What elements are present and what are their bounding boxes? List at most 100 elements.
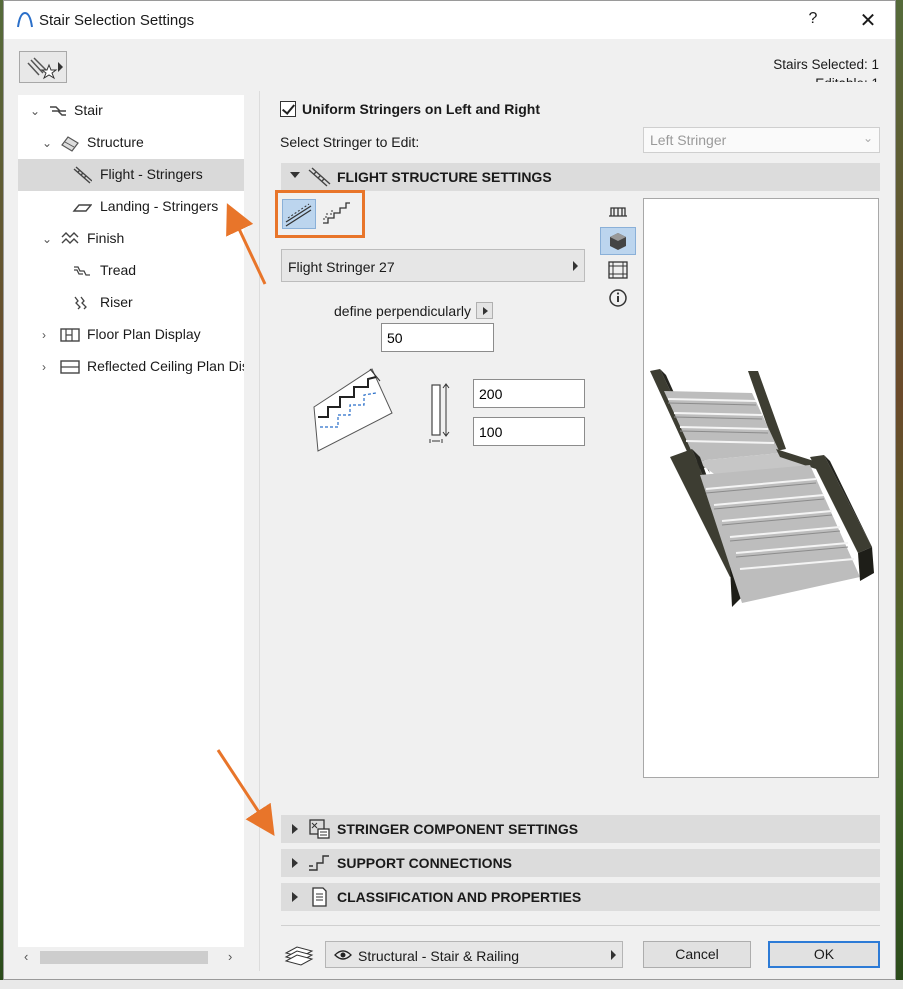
collapse-arrow-icon	[290, 172, 300, 178]
selection-info: Stairs Selected: 1 Editable: 1	[773, 55, 879, 82]
tree-item-structure[interactable]: ⌄ Structure	[18, 127, 244, 159]
offset-input[interactable]	[381, 323, 494, 352]
uniform-stringers-checkbox[interactable]	[280, 101, 296, 117]
favorites-icon	[27, 57, 58, 80]
chevron-down-icon[interactable]: ⌄	[42, 232, 54, 246]
stringer-select-dropdown[interactable]: Left Stringer ⌄	[643, 127, 880, 153]
chevron-right-icon[interactable]: ›	[42, 328, 54, 342]
stair-3d-preview[interactable]	[643, 198, 879, 778]
tree-item-label: Structure	[87, 134, 144, 150]
title-bar: Stair Selection Settings ? ✕	[4, 1, 895, 39]
layer-name: Structural - Stair & Railing	[358, 948, 520, 964]
arrow-right-icon	[573, 261, 578, 271]
classification-properties-header[interactable]: CLASSIFICATION AND PROPERTIES	[281, 883, 880, 911]
stepped-stringer-icon	[323, 202, 350, 224]
stepped-stringer-mode-button[interactable]	[320, 199, 354, 229]
tree-item-label: Flight - Stringers	[100, 166, 203, 182]
chevron-down-icon: ⌄	[862, 131, 873, 145]
floor-plan-icon	[60, 328, 80, 342]
tree-item-floor-plan-display[interactable]: › Floor Plan Display	[18, 319, 244, 351]
stringer-select-value: Left Stringer	[650, 132, 727, 148]
expand-arrow-icon	[292, 858, 298, 868]
landing-stringer-icon	[72, 204, 92, 212]
cancel-button[interactable]: Cancel	[643, 941, 751, 968]
ok-button[interactable]: OK	[768, 941, 880, 968]
stringer-type-selector[interactable]: Flight Stringer 27	[281, 249, 585, 282]
finish-icon	[61, 232, 79, 244]
section-title: FLIGHT STRUCTURE SETTINGS	[337, 169, 552, 185]
tree-item-label: Finish	[87, 230, 125, 246]
tread-icon	[74, 266, 90, 276]
panel-divider	[259, 91, 260, 971]
plan-view-button[interactable]	[600, 200, 636, 228]
straight-stringer-icon	[285, 203, 312, 227]
tree-item-stair[interactable]: ⌄ Stair	[18, 95, 244, 127]
stringer-offset-diagram	[313, 368, 393, 452]
expand-arrow-icon	[292, 824, 298, 834]
stringer-type-value: Flight Stringer 27	[288, 259, 395, 275]
tree-horizontal-scrollbar[interactable]: ‹ ›	[18, 947, 244, 969]
classification-icon	[312, 887, 327, 907]
info-button[interactable]	[600, 285, 636, 313]
window-title: Stair Selection Settings	[39, 12, 195, 29]
archicad-icon	[17, 11, 33, 28]
expand-arrow-icon	[292, 892, 298, 902]
structure-icon	[61, 136, 79, 152]
tree-item-label: Stair	[74, 102, 103, 118]
support-connections-header[interactable]: SUPPORT CONNECTIONS	[281, 849, 880, 877]
section-title: STRINGER COMPONENT SETTINGS	[337, 821, 579, 837]
section-view-button[interactable]	[600, 257, 636, 285]
stringer-mode-group	[275, 190, 365, 238]
define-perpendicularly-label: define perpendicularly	[334, 303, 471, 319]
stringer-height-input[interactable]	[473, 379, 585, 408]
favorites-menu-arrow-icon	[58, 62, 63, 72]
tree-item-finish[interactable]: ⌄ Finish	[18, 223, 244, 255]
flight-stringer-icon	[73, 166, 92, 184]
section-view-icon	[608, 261, 628, 279]
scroll-right-icon[interactable]: ›	[228, 949, 232, 964]
help-button[interactable]: ?	[804, 10, 822, 28]
layer-selector[interactable]: Structural - Stair & Railing	[325, 941, 623, 968]
scroll-left-icon[interactable]: ‹	[24, 949, 28, 964]
stair-settings-dialog: Stair Selection Settings ? ✕ Stairs Sele…	[3, 0, 896, 980]
settings-tree: ⌄ Stair ⌄ Structure Flight - Stringers L…	[18, 95, 244, 947]
tree-item-label: Landing - Stringers	[100, 198, 219, 214]
flight-stringer-mode-button[interactable]	[282, 199, 316, 229]
flight-stringer-icon	[308, 167, 331, 187]
component-settings-icon	[309, 819, 330, 839]
stringer-component-settings-header[interactable]: STRINGER COMPONENT SETTINGS	[281, 815, 880, 843]
stairs-selected-count: Stairs Selected: 1	[773, 57, 879, 72]
layer-icon	[284, 946, 314, 966]
3d-view-button[interactable]	[600, 227, 636, 255]
tree-item-riser[interactable]: Riser	[18, 287, 244, 319]
section-title: CLASSIFICATION AND PROPERTIES	[337, 889, 582, 905]
status-bar	[0, 980, 903, 989]
scrollbar-thumb[interactable]	[40, 951, 208, 964]
chevron-down-icon[interactable]: ⌄	[42, 136, 54, 150]
tree-item-tread[interactable]: Tread	[18, 255, 244, 287]
ceiling-plan-icon	[60, 360, 80, 374]
stringer-width-input[interactable]	[473, 417, 585, 446]
chevron-down-icon[interactable]: ⌄	[30, 104, 42, 118]
footer-divider	[281, 925, 880, 926]
flight-structure-settings-header[interactable]: FLIGHT STRUCTURE SETTINGS	[281, 163, 880, 191]
3d-view-icon	[610, 233, 626, 250]
uniform-stringers-label: Uniform Stringers on Left and Right	[302, 101, 540, 117]
close-button[interactable]: ✕	[856, 8, 880, 33]
define-perpendicularly-button[interactable]	[476, 302, 493, 319]
stair-icon	[50, 106, 66, 116]
tree-item-flight-stringers[interactable]: Flight - Stringers	[18, 159, 244, 191]
info-icon	[609, 289, 627, 307]
tree-item-landing-stringers[interactable]: Landing - Stringers	[18, 191, 244, 223]
favorites-button[interactable]	[19, 51, 67, 83]
tree-item-label: Tread	[100, 262, 137, 278]
stair-preview-image	[650, 369, 874, 607]
stringer-section-diagram	[429, 383, 450, 443]
support-connections-icon	[309, 855, 329, 871]
editable-count: Editable: 1	[773, 74, 879, 82]
arrow-right-icon	[611, 950, 616, 960]
tree-item-label: Riser	[100, 294, 133, 310]
tree-item-reflected-ceiling-plan[interactable]: › Reflected Ceiling Plan Disp	[18, 351, 244, 383]
chevron-right-icon[interactable]: ›	[42, 360, 54, 374]
eye-icon	[334, 950, 352, 960]
